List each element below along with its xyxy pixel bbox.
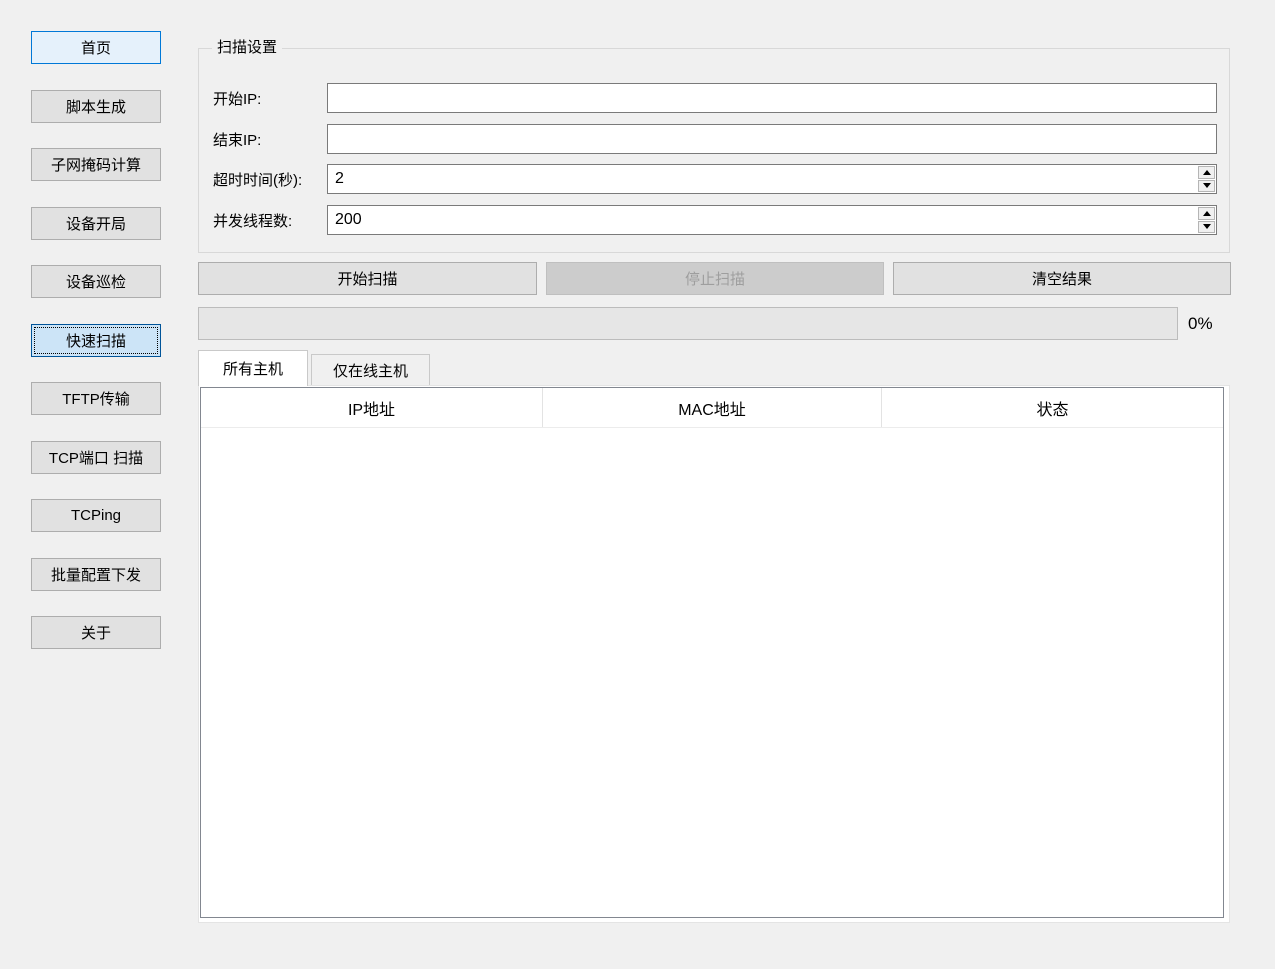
threads-input[interactable]: [327, 205, 1217, 235]
threads-spinner: [1198, 207, 1215, 233]
hosts-table-header: IP地址 MAC地址 状态: [201, 388, 1223, 428]
clear-results-button[interactable]: 清空结果: [893, 262, 1231, 295]
sidebar-item-label: 首页: [80, 40, 111, 57]
sidebar-item-label: TCP端口 扫描: [48, 450, 144, 467]
sidebar-item-subnet-calc[interactable]: 子网掩码计算: [31, 148, 161, 181]
sidebar-item-tcping[interactable]: TCPing: [31, 499, 161, 532]
sidebar-item-device-inspect[interactable]: 设备巡检: [31, 265, 161, 298]
threads-label: 并发线程数:: [213, 212, 293, 230]
sidebar-item-label: 设备巡检: [65, 274, 126, 291]
sidebar-item-tcp-port-scan[interactable]: TCP端口 扫描: [31, 441, 161, 474]
arrow-up-icon: [1202, 169, 1211, 175]
hosts-table: IP地址 MAC地址 状态: [200, 387, 1224, 918]
sidebar-item-about[interactable]: 关于: [31, 616, 161, 649]
scan-progress-bar: [198, 307, 1178, 340]
tab-online-hosts[interactable]: 仅在线主机: [311, 354, 430, 385]
stop-scan-label: 停止扫描: [684, 271, 745, 288]
progress-percent-label: 0%: [1188, 313, 1213, 333]
arrow-down-icon: [1202, 183, 1211, 189]
sidebar-item-label: 快速扫描: [65, 333, 126, 350]
tab-all-hosts-label: 所有主机: [222, 361, 283, 378]
threads-spin-up-button[interactable]: [1198, 207, 1215, 220]
timeout-spinner: [1198, 166, 1215, 192]
sidebar-item-quick-scan[interactable]: 快速扫描: [31, 324, 161, 357]
tab-all-hosts[interactable]: 所有主机: [198, 350, 308, 386]
clear-results-label: 清空结果: [1031, 271, 1092, 288]
timeout-input[interactable]: [327, 164, 1217, 194]
scan-settings-title: 扫描设置: [212, 38, 283, 58]
end-ip-input[interactable]: [327, 124, 1217, 154]
sidebar-item-label: TCPing: [70, 507, 122, 524]
timeout-spin-up-button[interactable]: [1198, 166, 1215, 179]
start-ip-input[interactable]: [327, 83, 1217, 113]
arrow-up-icon: [1202, 210, 1211, 216]
start-scan-label: 开始扫描: [337, 271, 398, 288]
sidebar-item-label: 设备开局: [65, 216, 126, 233]
sidebar-item-label: 子网掩码计算: [50, 157, 141, 174]
sidebar-item-script-generate[interactable]: 脚本生成: [31, 90, 161, 123]
sidebar-item-tftp-transfer[interactable]: TFTP传输: [31, 382, 161, 415]
threads-spin-down-button[interactable]: [1198, 220, 1215, 233]
column-header-status[interactable]: 状态: [882, 388, 1223, 427]
sidebar-item-label: 关于: [80, 625, 111, 642]
arrow-down-icon: [1202, 224, 1211, 230]
start-ip-label: 开始IP:: [213, 90, 262, 108]
column-header-ip[interactable]: IP地址: [201, 388, 543, 427]
sidebar-item-label: 批量配置下发: [50, 567, 141, 584]
timeout-label: 超时时间(秒):: [213, 171, 303, 189]
start-scan-button[interactable]: 开始扫描: [198, 262, 537, 295]
tab-online-hosts-label: 仅在线主机: [332, 362, 408, 380]
hosts-table-body: [201, 428, 1223, 917]
stop-scan-button[interactable]: 停止扫描: [546, 262, 884, 295]
sidebar-item-label: 脚本生成: [65, 99, 126, 116]
sidebar-item-label: TFTP传输: [62, 391, 130, 408]
sidebar-item-batch-config[interactable]: 批量配置下发: [31, 558, 161, 591]
sidebar-item-device-setup[interactable]: 设备开局: [31, 207, 161, 240]
column-header-mac[interactable]: MAC地址: [543, 388, 882, 427]
sidebar-item-home[interactable]: 首页: [31, 31, 161, 64]
timeout-spin-down-button[interactable]: [1198, 179, 1215, 192]
end-ip-label: 结束IP:: [213, 131, 262, 149]
